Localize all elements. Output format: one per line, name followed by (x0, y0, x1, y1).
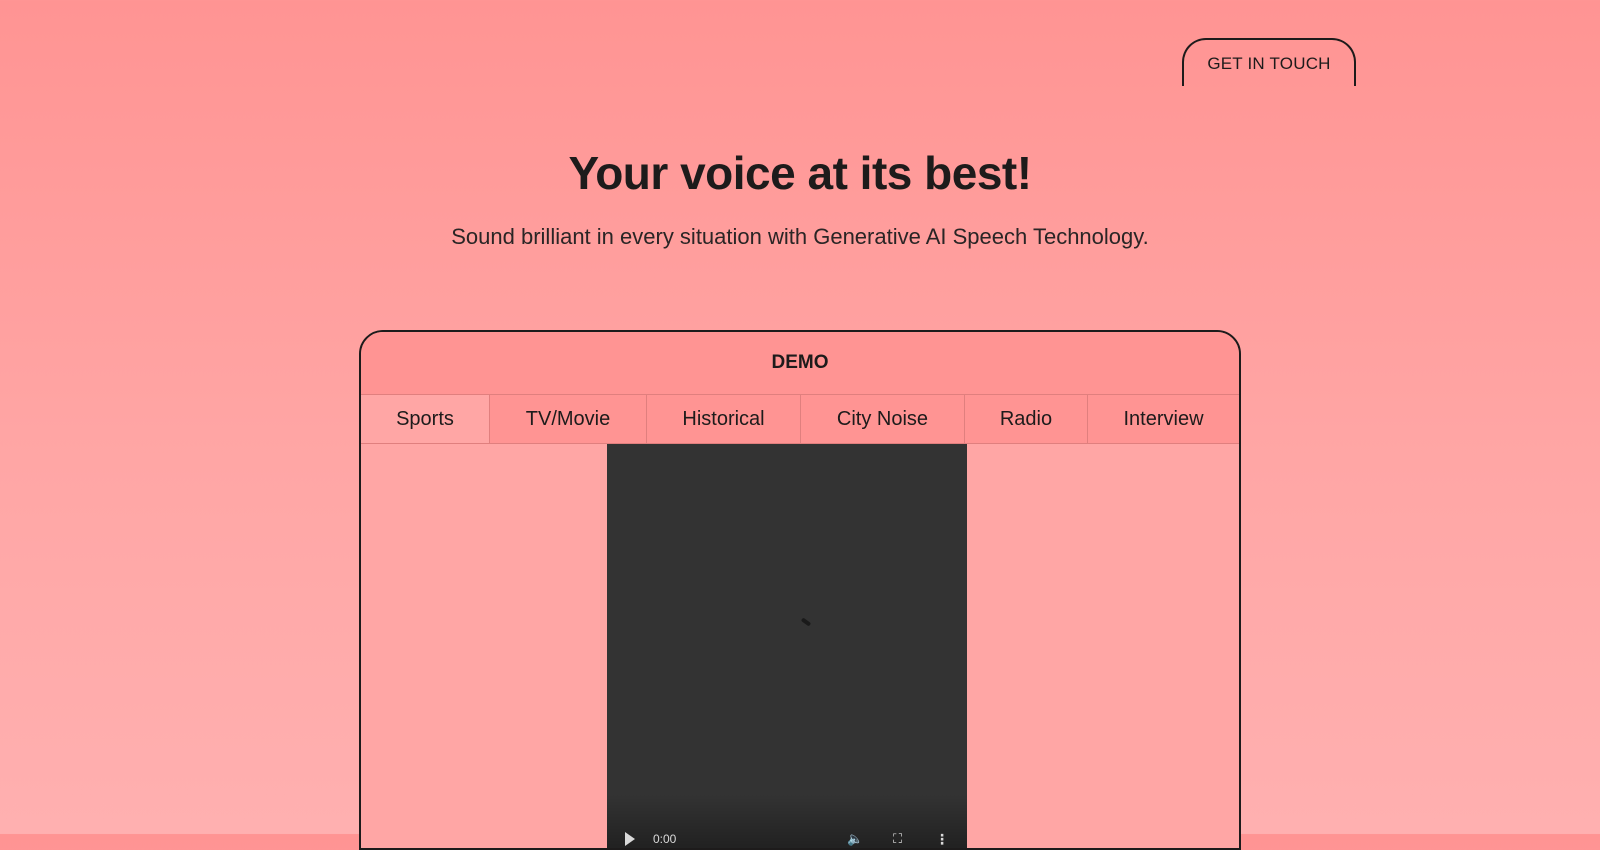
volume-icon[interactable]: 🔈 (847, 832, 863, 846)
demo-tabs: Sports TV/Movie Historical City Noise Ra… (361, 394, 1239, 444)
video-controls: 0:00 🔈 ⛶ ⋮ (607, 794, 967, 848)
tab-interview[interactable]: Interview (1088, 395, 1239, 443)
fullscreen-icon[interactable]: ⛶ (893, 832, 902, 846)
video-player[interactable]: 0:00 🔈 ⛶ ⋮ (607, 444, 967, 848)
play-icon[interactable] (625, 832, 635, 846)
tab-radio[interactable]: Radio (965, 395, 1088, 443)
video-time: 0:00 (653, 832, 677, 846)
tab-historical[interactable]: Historical (647, 395, 801, 443)
demo-card: DEMO Sports TV/Movie Historical City Noi… (359, 330, 1241, 850)
hero-subtitle: Sound brilliant in every situation with … (451, 224, 1149, 249)
get-in-touch-button[interactable]: GET IN TOUCH (1182, 38, 1356, 86)
tab-tv-movie[interactable]: TV/Movie (490, 395, 647, 443)
tab-sports[interactable]: Sports (361, 395, 490, 443)
demo-header: DEMO (361, 332, 1239, 394)
hero-title: Your voice at its best! (568, 147, 1032, 199)
tab-city-noise[interactable]: City Noise (801, 395, 965, 443)
more-vertical-icon[interactable]: ⋮ (935, 832, 949, 846)
loading-spinner-icon (800, 617, 812, 627)
